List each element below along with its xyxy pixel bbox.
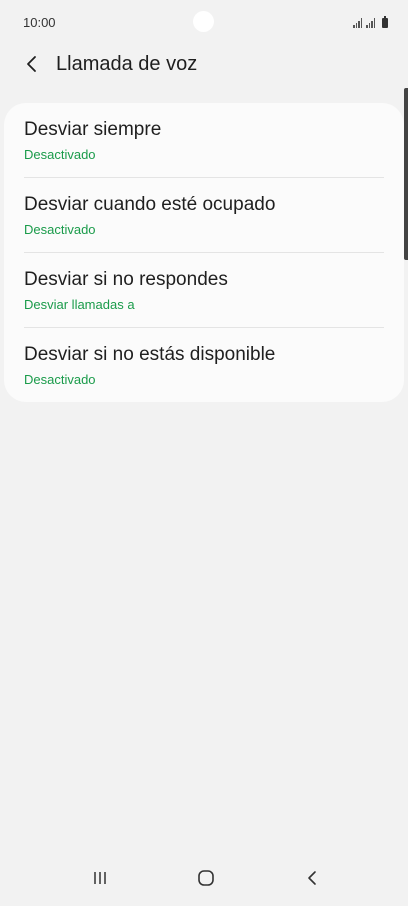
- back-button[interactable]: [18, 50, 46, 78]
- home-icon: [198, 870, 214, 886]
- nav-back-button[interactable]: [292, 864, 332, 892]
- list-item-status: Desactivado: [24, 222, 96, 237]
- page-title: Llamada de voz: [56, 53, 198, 75]
- chevron-left-icon: [27, 56, 36, 72]
- battery-icon: [382, 16, 388, 28]
- home-button[interactable]: [186, 864, 226, 892]
- app-header: Llamada de voz: [0, 44, 408, 84]
- navigation-bar: [0, 850, 408, 906]
- list-item-forward-unreachable[interactable]: Desviar si no estás disponible Desactiva…: [4, 328, 404, 402]
- list-item-forward-no-answer[interactable]: Desviar si no respondes Desviar llamadas…: [4, 253, 404, 327]
- list-item-title: Desviar cuando esté ocupado: [24, 194, 276, 215]
- list-item-status: Desactivado: [24, 147, 96, 162]
- signal-strength-icon-2: [366, 18, 375, 28]
- list-item-forward-busy[interactable]: Desviar cuando esté ocupado Desactivado: [4, 178, 404, 252]
- list-item-title: Desviar siempre: [24, 119, 162, 140]
- scroll-indicator: [404, 88, 408, 260]
- recent-apps-button[interactable]: [80, 864, 120, 892]
- list-item-status: Desviar llamadas a: [24, 297, 135, 312]
- signal-strength-icon: [353, 18, 362, 28]
- status-icons: [353, 14, 388, 28]
- forwarding-options-card: Desviar siempre Desactivado Desviar cuan…: [4, 103, 404, 402]
- list-item-status: Desactivado: [24, 372, 96, 387]
- list-item-title: Desviar si no respondes: [24, 269, 228, 290]
- status-time: 10:00: [23, 15, 56, 30]
- status-bar: 10:00: [0, 0, 408, 44]
- list-item-forward-always[interactable]: Desviar siempre Desactivado: [4, 103, 404, 177]
- list-item-title: Desviar si no estás disponible: [24, 344, 276, 365]
- recent-apps-icon: [94, 872, 106, 884]
- front-camera-cutout: [193, 11, 214, 32]
- back-icon: [308, 871, 316, 885]
